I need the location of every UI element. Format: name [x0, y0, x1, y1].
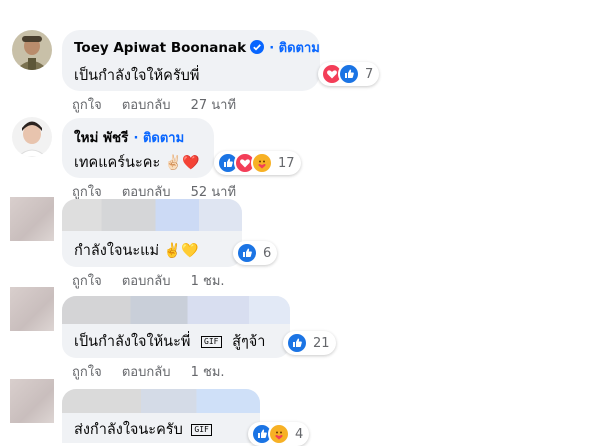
care-icon [268, 423, 290, 445]
reaction-count: 21 [313, 335, 330, 351]
commenter-name[interactable]: ใหม่ พัชรี [74, 130, 128, 146]
gif-icon: GIF [201, 336, 222, 348]
reaction-count: 4 [295, 426, 304, 442]
reaction-count: 6 [263, 245, 272, 261]
avatar[interactable] [10, 287, 54, 331]
comment-emoji: ✌️💛 [163, 243, 199, 259]
like-icon [286, 332, 308, 354]
reaction-summary[interactable]: 7 [318, 62, 380, 86]
commenter-name[interactable]: Toey Apiwat Boonanak [74, 40, 246, 56]
reaction-summary[interactable]: 6 [233, 241, 278, 265]
follow-link[interactable]: · ติดตาม [269, 41, 320, 56]
comment-text: กำลังใจนะแม่ [74, 243, 160, 259]
comment-actions: ถูกใจ ตอบกลับ 1 ชม. [72, 361, 241, 382]
avatar[interactable] [12, 117, 52, 157]
comment-actions: ถูกใจ ตอบกลับ 27 นาที [72, 94, 252, 115]
verified-badge-icon [250, 39, 265, 58]
reaction-count: 17 [278, 155, 295, 171]
comment-emoji: ✌🏻❤️ [164, 155, 200, 171]
timestamp[interactable]: 27 นาที [191, 98, 236, 113]
comment-text: เป็นกำลังใจให้นะพี่ [74, 334, 191, 350]
timestamp[interactable]: 1 ชม. [191, 365, 225, 380]
reaction-summary[interactable]: 4 [248, 422, 310, 446]
avatar[interactable] [12, 30, 52, 70]
like-icon [236, 242, 258, 264]
like-button[interactable]: ถูกใจ [72, 185, 102, 200]
comment-bubble: กำลังใจนะแม่ ✌️💛 [62, 199, 242, 267]
comment-text: เทคแคร์นะคะ [74, 155, 161, 171]
blurred-name [62, 389, 260, 413]
timestamp[interactable]: 1 ชม. [191, 274, 225, 289]
care-icon [251, 152, 273, 174]
comment-bubble: เป็นกำลังใจให้นะพี่ GIF สู้ๆจ้า [62, 296, 290, 358]
reaction-summary[interactable]: 21 [283, 331, 336, 355]
comment-bubble: Toey Apiwat Boonanak · ติดตาม เป็นกำลังใ… [62, 30, 320, 91]
reaction-count: 7 [365, 66, 374, 82]
comment-text: เป็นกำลังใจให้ครับพี่ [74, 68, 200, 84]
blurred-name [62, 296, 290, 324]
avatar[interactable] [10, 379, 54, 423]
follow-link[interactable]: · ติดตาม [134, 131, 185, 146]
comment-tail: สู้ๆจ้า [232, 334, 266, 350]
comment-actions: ถูกใจ ตอบกลับ 1 ชม. [72, 270, 241, 291]
reply-button[interactable]: ตอบกลับ [122, 98, 171, 113]
avatar[interactable] [10, 197, 54, 241]
like-icon [338, 63, 360, 85]
comment-bubble: ใหม่ พัชรี · ติดตาม เทคแคร์นะคะ ✌🏻❤️ [62, 118, 214, 178]
comment-bubble: ส่งกำลังใจนะครับ GIF [62, 389, 260, 443]
blurred-name [62, 199, 242, 231]
comment-text: ส่งกำลังใจนะครับ [74, 422, 183, 438]
reply-button[interactable]: ตอบกลับ [122, 185, 171, 200]
reply-button[interactable]: ตอบกลับ [122, 274, 171, 289]
like-button[interactable]: ถูกใจ [72, 365, 102, 380]
reply-button[interactable]: ตอบกลับ [122, 365, 171, 380]
reaction-summary[interactable]: 17 [214, 151, 301, 175]
like-button[interactable]: ถูกใจ [72, 274, 102, 289]
like-button[interactable]: ถูกใจ [72, 98, 102, 113]
gif-icon: GIF [191, 424, 212, 436]
timestamp[interactable]: 52 นาที [191, 185, 236, 200]
